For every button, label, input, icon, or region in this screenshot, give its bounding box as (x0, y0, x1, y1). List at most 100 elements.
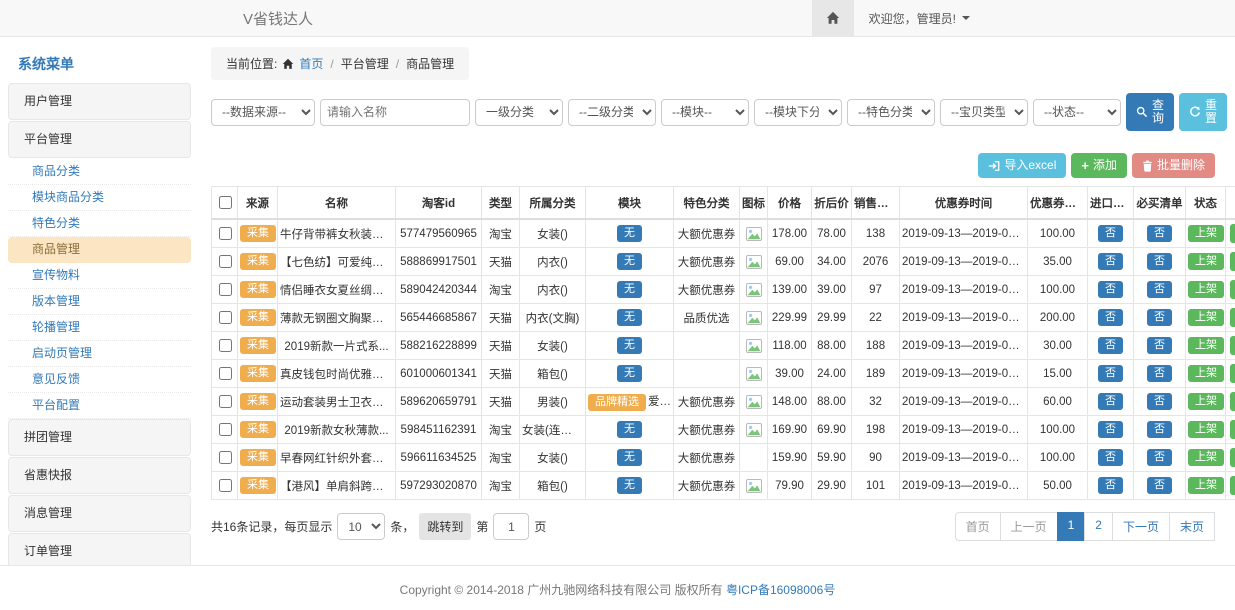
sidebar-item[interactable]: 平台配置 (8, 393, 191, 419)
import-optimal-toggle[interactable]: 否 (1098, 309, 1123, 326)
import-optimal-toggle[interactable]: 否 (1098, 225, 1123, 242)
batch-delete-button[interactable]: 批量删除 (1132, 153, 1215, 178)
status-toggle[interactable]: 上架 (1188, 421, 1224, 438)
edit-button[interactable] (1230, 336, 1235, 355)
sidebar-item[interactable]: 特色分类 (8, 211, 191, 237)
import-optimal-toggle[interactable]: 否 (1098, 337, 1123, 354)
row-checkbox[interactable] (219, 367, 232, 380)
select-all-checkbox[interactable] (219, 196, 232, 209)
page-size-select[interactable]: 10 (337, 513, 385, 540)
feature-category: 大额优惠券 (674, 416, 740, 444)
must-buy-toggle[interactable]: 否 (1147, 225, 1172, 242)
must-buy-toggle[interactable]: 否 (1147, 393, 1172, 410)
add-button[interactable]: + 添加 (1071, 153, 1127, 178)
import-optimal-toggle[interactable]: 否 (1098, 253, 1123, 270)
feature-category: 大额优惠券 (674, 472, 740, 500)
filter-select[interactable]: --特色分类-- (847, 99, 935, 126)
must-buy-toggle[interactable]: 否 (1147, 365, 1172, 382)
filter-select[interactable]: --模块-- (661, 99, 749, 126)
edit-button[interactable] (1230, 252, 1235, 271)
sidebar-item[interactable]: 宣传物料 (8, 263, 191, 289)
row-checkbox[interactable] (219, 395, 232, 408)
filter-select[interactable]: 一级分类 (475, 99, 563, 126)
status-toggle[interactable]: 上架 (1188, 253, 1224, 270)
import-optimal-toggle[interactable]: 否 (1098, 477, 1123, 494)
row-checkbox[interactable] (219, 479, 232, 492)
import-optimal-toggle[interactable]: 否 (1098, 365, 1123, 382)
row-checkbox[interactable] (219, 255, 232, 268)
sidebar-item[interactable]: 订单管理 (8, 533, 191, 565)
import-optimal-toggle[interactable]: 否 (1098, 421, 1123, 438)
import-optimal-toggle[interactable]: 否 (1098, 393, 1123, 410)
row-checkbox[interactable] (219, 451, 232, 464)
must-buy-toggle[interactable]: 否 (1147, 421, 1172, 438)
status-toggle[interactable]: 上架 (1188, 449, 1224, 466)
status-toggle[interactable]: 上架 (1188, 477, 1224, 494)
table-row: 采集 运动套装男士卫衣初秋... 589620659791 天猫 男装() 品牌… (212, 388, 1235, 416)
status-toggle[interactable]: 上架 (1188, 281, 1224, 298)
page-button[interactable]: 2 (1084, 512, 1113, 541)
sidebar-item[interactable]: 启动页管理 (8, 341, 191, 367)
sidebar-item[interactable]: 商品管理 (8, 237, 191, 263)
edit-button[interactable] (1230, 224, 1235, 243)
name-search-input[interactable] (320, 99, 470, 126)
reset-button[interactable]: 重置 (1179, 93, 1227, 131)
coupon-time: 2019-09-13—2019-09-18 (900, 248, 1028, 276)
sidebar-item[interactable]: 用户管理 (8, 83, 191, 120)
sidebar-item[interactable]: 平台管理 (8, 121, 191, 158)
must-buy-toggle[interactable]: 否 (1147, 337, 1172, 354)
edit-button[interactable] (1230, 420, 1235, 439)
status-toggle[interactable]: 上架 (1188, 365, 1224, 382)
row-checkbox[interactable] (219, 423, 232, 436)
page-button[interactable]: 首页 (955, 512, 1001, 541)
page-button[interactable]: 末页 (1169, 512, 1215, 541)
page-number-input[interactable] (493, 513, 529, 540)
edit-button[interactable] (1230, 476, 1235, 495)
edit-button[interactable] (1230, 392, 1235, 411)
sidebar-item[interactable]: 商品分类 (8, 159, 191, 185)
must-buy-toggle[interactable]: 否 (1147, 309, 1172, 326)
must-buy-toggle[interactable]: 否 (1147, 253, 1172, 270)
row-checkbox[interactable] (219, 283, 232, 296)
welcome-text: 欢迎您，管理员! (869, 10, 956, 27)
edit-button[interactable] (1230, 308, 1235, 327)
discount-price: 69.90 (812, 416, 852, 444)
status-toggle[interactable]: 上架 (1188, 393, 1224, 410)
filter-select[interactable]: --宝贝类型-- (940, 99, 1028, 126)
edit-button[interactable] (1230, 364, 1235, 383)
breadcrumb-home-link[interactable]: 首页 (299, 55, 323, 72)
sidebar-item[interactable]: 模块商品分类 (8, 185, 191, 211)
row-checkbox[interactable] (219, 311, 232, 324)
sidebar-item[interactable]: 拼团管理 (8, 419, 191, 456)
edit-button[interactable] (1230, 448, 1235, 467)
data-source-select[interactable]: --数据来源-- (211, 99, 315, 126)
user-menu[interactable]: 欢迎您，管理员! (854, 10, 985, 27)
filter-select[interactable]: --状态-- (1033, 99, 1121, 126)
import-excel-button[interactable]: 导入excel (978, 153, 1066, 178)
row-checkbox[interactable] (219, 227, 232, 240)
jump-button[interactable]: 跳转到 (419, 513, 471, 540)
row-checkbox[interactable] (219, 339, 232, 352)
filter-select[interactable]: --二级分类-- (568, 99, 656, 126)
status-toggle[interactable]: 上架 (1188, 337, 1224, 354)
page-button[interactable]: 上一页 (1000, 512, 1058, 541)
page-button[interactable]: 1 (1057, 512, 1086, 541)
sidebar-item[interactable]: 意见反馈 (8, 367, 191, 393)
must-buy-toggle[interactable]: 否 (1147, 281, 1172, 298)
icp-link[interactable]: 粤ICP备16098006号 (726, 583, 835, 597)
sidebar-item[interactable]: 省惠快报 (8, 457, 191, 494)
page-button[interactable]: 下一页 (1112, 512, 1170, 541)
home-button[interactable] (812, 0, 854, 37)
sidebar-item[interactable]: 轮播管理 (8, 315, 191, 341)
import-optimal-toggle[interactable]: 否 (1098, 449, 1123, 466)
search-button[interactable]: 查询 (1126, 93, 1174, 131)
edit-button[interactable] (1230, 280, 1235, 299)
status-toggle[interactable]: 上架 (1188, 309, 1224, 326)
sidebar-item[interactable]: 版本管理 (8, 289, 191, 315)
must-buy-toggle[interactable]: 否 (1147, 477, 1172, 494)
filter-select[interactable]: --模块下分类-- (754, 99, 842, 126)
status-toggle[interactable]: 上架 (1188, 225, 1224, 242)
must-buy-toggle[interactable]: 否 (1147, 449, 1172, 466)
sidebar-item[interactable]: 消息管理 (8, 495, 191, 532)
import-optimal-toggle[interactable]: 否 (1098, 281, 1123, 298)
